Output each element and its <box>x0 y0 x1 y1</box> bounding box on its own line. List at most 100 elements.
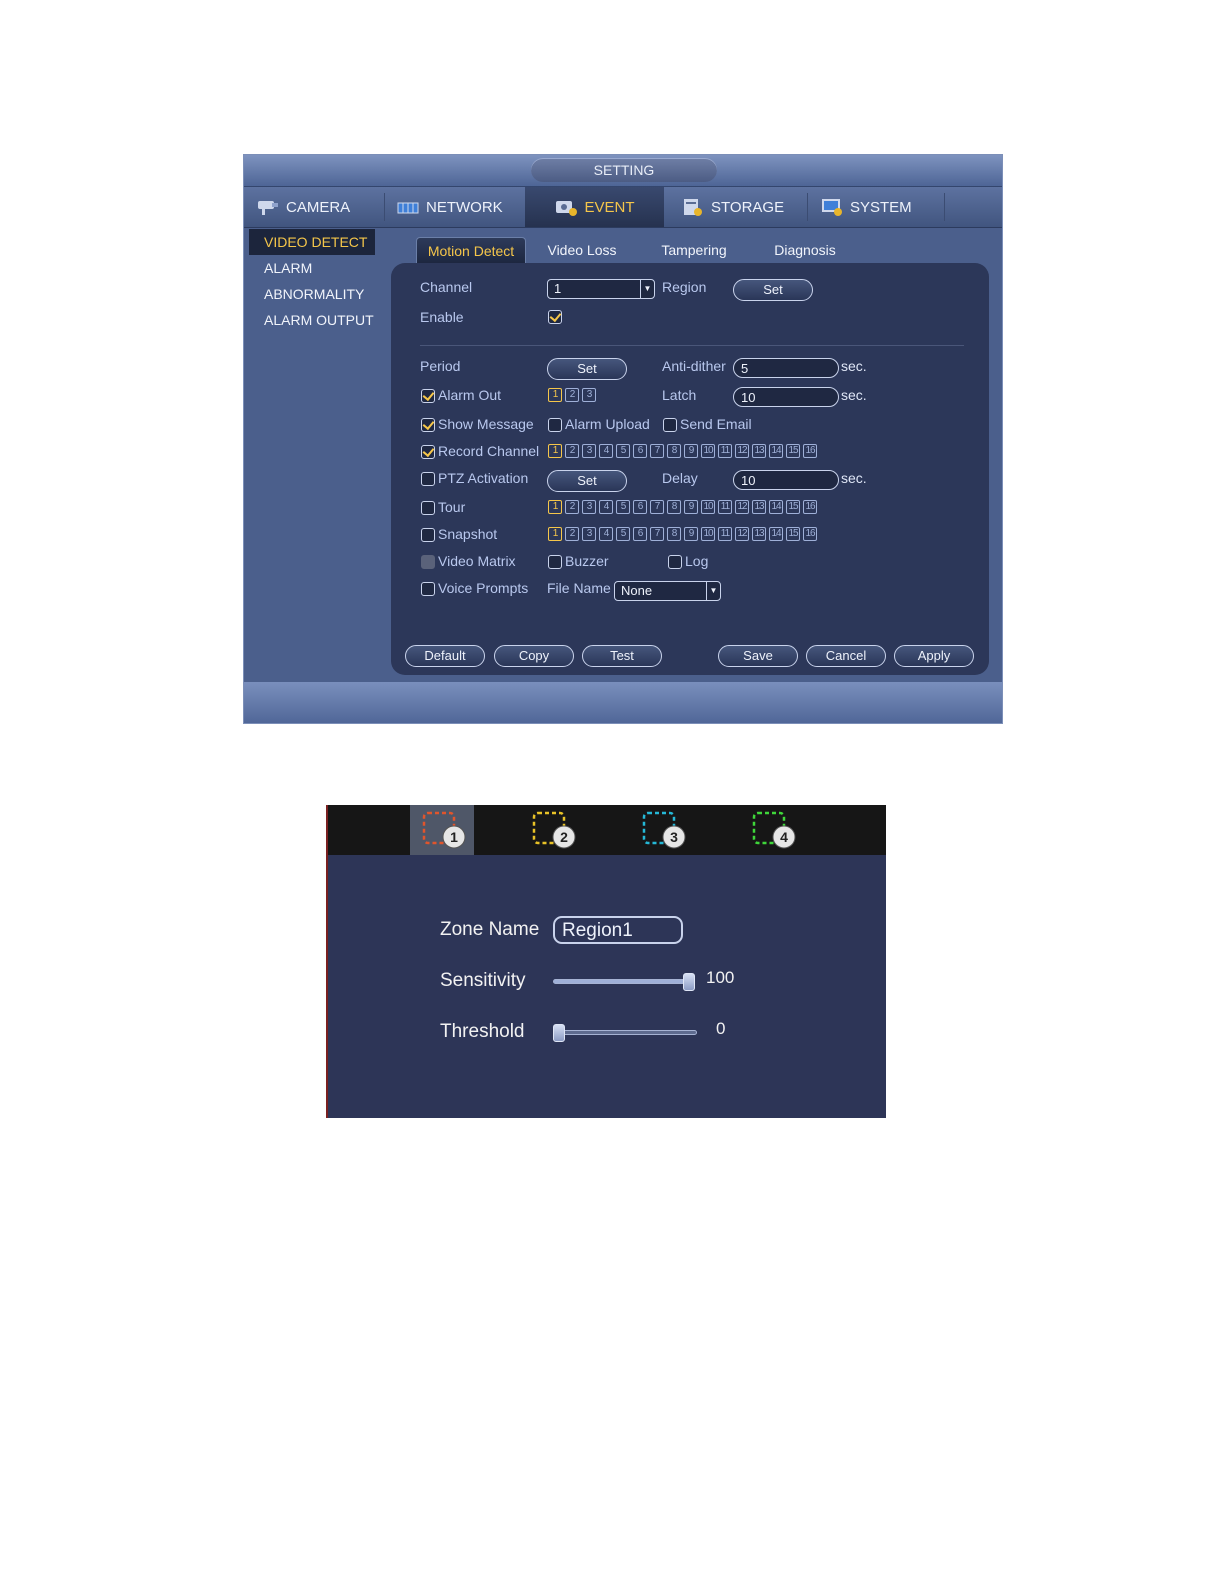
region-set-button[interactable]: Set <box>733 279 813 301</box>
region-panel: 1 2 3 4 Zone Name Region1 Sensitivity 10… <box>326 805 886 1118</box>
record-channel-16[interactable]: 16 <box>803 444 817 458</box>
tab-system[interactable]: SYSTEM <box>820 187 948 227</box>
snapshot-channel-10[interactable]: 10 <box>701 527 715 541</box>
alarm-out-checkbox[interactable] <box>421 389 435 403</box>
sensitivity-slider[interactable] <box>553 979 695 984</box>
snapshot-channel-14[interactable]: 14 <box>769 527 783 541</box>
tour-channel-12[interactable]: 12 <box>735 500 749 514</box>
zone-name-input[interactable]: Region1 <box>553 916 683 944</box>
tour-channel-16[interactable]: 16 <box>803 500 817 514</box>
enable-checkbox[interactable] <box>548 310 562 324</box>
tab-motion-detect[interactable]: Motion Detect <box>416 237 526 263</box>
snapshot-channel-15[interactable]: 15 <box>786 527 800 541</box>
save-button[interactable]: Save <box>718 645 798 667</box>
snapshot-channel-11[interactable]: 11 <box>718 527 732 541</box>
record-channel-8[interactable]: 8 <box>667 444 681 458</box>
tour-channel-8[interactable]: 8 <box>667 500 681 514</box>
cancel-button[interactable]: Cancel <box>806 645 886 667</box>
tab-tampering[interactable]: Tampering <box>649 237 739 263</box>
record-channel-9[interactable]: 9 <box>684 444 698 458</box>
log-checkbox[interactable] <box>668 555 682 569</box>
test-button[interactable]: Test <box>582 645 662 667</box>
period-set-button[interactable]: Set <box>547 358 627 380</box>
tour-channel-11[interactable]: 11 <box>718 500 732 514</box>
record-channel-3[interactable]: 3 <box>582 444 596 458</box>
tour-channel-13[interactable]: 13 <box>752 500 766 514</box>
record-channel-4[interactable]: 4 <box>599 444 613 458</box>
snapshot-channel-6[interactable]: 6 <box>633 527 647 541</box>
record-channel-15[interactable]: 15 <box>786 444 800 458</box>
channel-select[interactable]: 1 ▼ <box>547 279 655 299</box>
tab-network[interactable]: NETWORK <box>396 187 524 227</box>
tab-video-loss[interactable]: Video Loss <box>537 237 627 263</box>
sidebar-item-alarm[interactable]: ALARM <box>249 255 375 281</box>
record-channel-10[interactable]: 10 <box>701 444 715 458</box>
zone-tab-3[interactable]: 3 <box>630 805 694 855</box>
sidebar-item-video-detect[interactable]: VIDEO DETECT <box>249 229 375 255</box>
record-channel-5[interactable]: 5 <box>616 444 630 458</box>
sidebar-item-abnormality[interactable]: ABNORMALITY <box>249 281 375 307</box>
tab-camera[interactable]: CAMERA <box>256 187 384 227</box>
tour-channel-9[interactable]: 9 <box>684 500 698 514</box>
record-channel-6[interactable]: 6 <box>633 444 647 458</box>
voice-prompts-checkbox[interactable] <box>421 582 435 596</box>
snapshot-channel-9[interactable]: 9 <box>684 527 698 541</box>
file-name-select[interactable]: None ▼ <box>614 581 721 601</box>
tour-channel-15[interactable]: 15 <box>786 500 800 514</box>
zone-tab-1[interactable]: 1 <box>410 805 474 855</box>
snapshot-checkbox[interactable] <box>421 528 435 542</box>
tab-storage[interactable]: STORAGE <box>681 187 809 227</box>
threshold-slider-thumb[interactable] <box>553 1024 565 1042</box>
default-button[interactable]: Default <box>405 645 485 667</box>
tour-channel-4[interactable]: 4 <box>599 500 613 514</box>
snapshot-channel-16[interactable]: 16 <box>803 527 817 541</box>
record-channel-2[interactable]: 2 <box>565 444 579 458</box>
record-channel-14[interactable]: 14 <box>769 444 783 458</box>
delay-input[interactable]: 10 <box>733 470 839 490</box>
snapshot-channel-5[interactable]: 5 <box>616 527 630 541</box>
ptz-activation-checkbox[interactable] <box>421 472 435 486</box>
apply-button[interactable]: Apply <box>894 645 974 667</box>
zone-tab-4[interactable]: 4 <box>740 805 804 855</box>
snapshot-channel-12[interactable]: 12 <box>735 527 749 541</box>
snapshot-channel-3[interactable]: 3 <box>582 527 596 541</box>
tab-diagnosis[interactable]: Diagnosis <box>760 237 850 263</box>
snapshot-channel-13[interactable]: 13 <box>752 527 766 541</box>
send-email-checkbox[interactable] <box>663 418 677 432</box>
snapshot-channel-7[interactable]: 7 <box>650 527 664 541</box>
record-channel-1[interactable]: 1 <box>548 444 562 458</box>
tour-channel-2[interactable]: 2 <box>565 500 579 514</box>
snapshot-channel-8[interactable]: 8 <box>667 527 681 541</box>
tour-channel-5[interactable]: 5 <box>616 500 630 514</box>
tour-channel-6[interactable]: 6 <box>633 500 647 514</box>
record-channel-checkbox[interactable] <box>421 445 435 459</box>
alarm-out-channel-3[interactable]: 3 <box>582 388 596 402</box>
threshold-slider[interactable] <box>553 1030 697 1035</box>
alarm-out-channel-1[interactable]: 1 <box>548 388 562 402</box>
show-message-checkbox[interactable] <box>421 418 435 432</box>
tour-channel-14[interactable]: 14 <box>769 500 783 514</box>
tab-event[interactable]: EVENT <box>525 187 664 227</box>
zone-tab-2[interactable]: 2 <box>520 805 584 855</box>
snapshot-channel-1[interactable]: 1 <box>548 527 562 541</box>
tour-channel-1[interactable]: 1 <box>548 500 562 514</box>
tour-checkbox[interactable] <box>421 501 435 515</box>
tour-channel-7[interactable]: 7 <box>650 500 664 514</box>
ptz-set-button[interactable]: Set <box>547 470 627 492</box>
alarm-out-channel-2[interactable]: 2 <box>565 388 579 402</box>
latch-input[interactable]: 10 <box>733 387 839 407</box>
sensitivity-slider-thumb[interactable] <box>683 973 695 991</box>
tour-channel-3[interactable]: 3 <box>582 500 596 514</box>
buzzer-checkbox[interactable] <box>548 555 562 569</box>
snapshot-channel-2[interactable]: 2 <box>565 527 579 541</box>
copy-button[interactable]: Copy <box>494 645 574 667</box>
tour-channel-10[interactable]: 10 <box>701 500 715 514</box>
antidither-input[interactable]: 5 <box>733 358 839 378</box>
snapshot-channel-4[interactable]: 4 <box>599 527 613 541</box>
sidebar-item-alarm-output[interactable]: ALARM OUTPUT <box>249 307 375 333</box>
record-channel-12[interactable]: 12 <box>735 444 749 458</box>
record-channel-7[interactable]: 7 <box>650 444 664 458</box>
alarm-upload-checkbox[interactable] <box>548 418 562 432</box>
record-channel-11[interactable]: 11 <box>718 444 732 458</box>
record-channel-13[interactable]: 13 <box>752 444 766 458</box>
